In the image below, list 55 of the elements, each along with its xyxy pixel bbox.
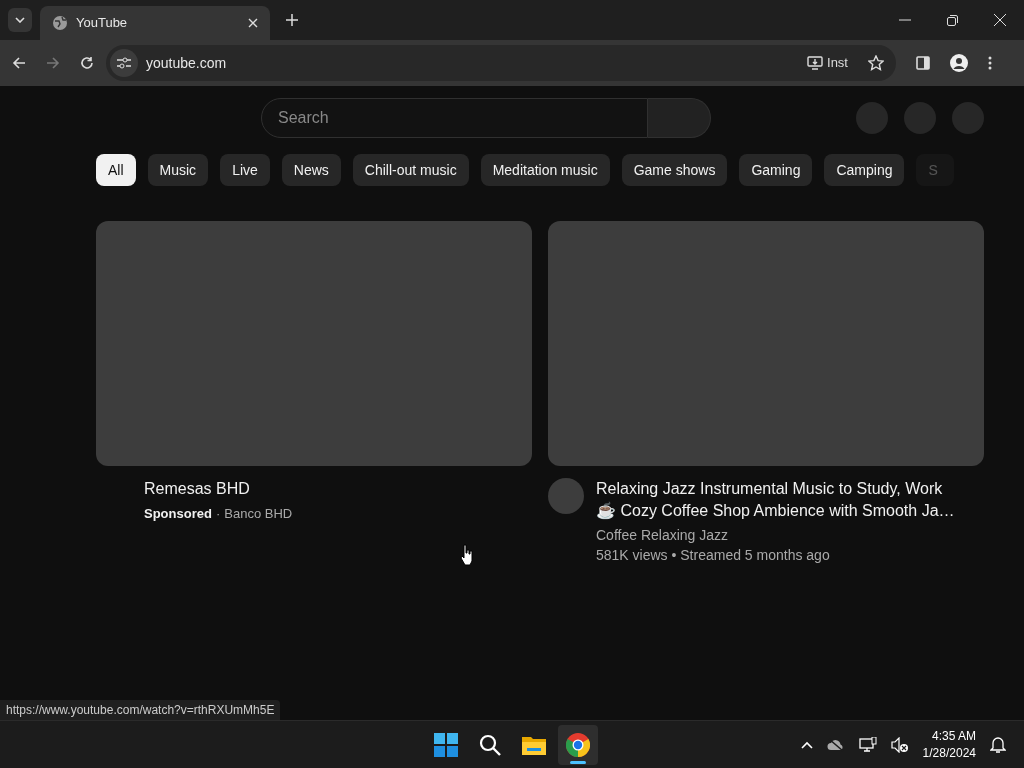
browser-icon bbox=[566, 733, 590, 757]
close-window-icon[interactable] bbox=[994, 14, 1006, 26]
back-icon[interactable] bbox=[12, 56, 26, 70]
filter-chip[interactable]: Chill-out music bbox=[352, 154, 469, 186]
clock-time[interactable]: 4:35 AM bbox=[931, 727, 976, 745]
filter-chip[interactable]: All bbox=[96, 154, 136, 186]
video-title-line[interactable]: Relaxing Jazz Instrumental Music to Study, Work bbox=[596, 478, 955, 500]
search-field[interactable]: Search bbox=[261, 98, 648, 138]
hand-cursor-icon bbox=[460, 544, 474, 566]
forward-icon[interactable] bbox=[46, 56, 60, 70]
channel-name[interactable]: Banco BHD bbox=[224, 504, 293, 524]
restore-icon[interactable] bbox=[947, 14, 958, 26]
video-title-line[interactable]: ☕ Cozy Coffee Shop Ambience with Smooth Ja… bbox=[596, 500, 955, 522]
notification-bell-icon[interactable] bbox=[990, 735, 1006, 754]
filter-chip[interactable]: Gaming bbox=[739, 154, 813, 186]
folder-icon[interactable] bbox=[522, 735, 546, 755]
profile-icon[interactable] bbox=[950, 54, 968, 72]
chevron-up-icon[interactable] bbox=[800, 740, 813, 749]
new-tab-icon[interactable] bbox=[286, 14, 298, 26]
chevron-down-icon bbox=[15, 17, 25, 23]
muted-speaker-icon[interactable] bbox=[890, 736, 909, 753]
reload-icon[interactable] bbox=[80, 56, 94, 70]
network-icon[interactable] bbox=[858, 736, 877, 753]
filter-chip[interactable]: Music bbox=[147, 154, 209, 186]
filter-chip[interactable]: Camping bbox=[824, 154, 905, 186]
filter-chip[interactable]: Meditation music bbox=[480, 154, 610, 186]
filter-chip[interactable]: Live bbox=[220, 154, 270, 186]
search-icon[interactable] bbox=[479, 734, 501, 756]
globe-icon bbox=[52, 15, 68, 31]
filter-chip[interactable]: News bbox=[281, 154, 341, 186]
menu-icon[interactable] bbox=[988, 56, 992, 70]
video-meta: 581K views • Streamed 5 months ago bbox=[596, 546, 831, 565]
close-icon[interactable] bbox=[248, 18, 258, 28]
site-settings-icon[interactable] bbox=[117, 57, 131, 69]
channel-name[interactable]: Coffee Relaxing Jazz bbox=[596, 525, 955, 545]
start-icon[interactable] bbox=[434, 733, 458, 757]
filter-chip[interactable]: Game shows bbox=[621, 154, 728, 186]
cloud-off-icon[interactable] bbox=[826, 737, 845, 752]
thumbnail-placeholder[interactable] bbox=[548, 221, 984, 466]
tab-title: YouTube bbox=[76, 14, 129, 33]
install-label[interactable]: Inst bbox=[827, 53, 848, 73]
address-bar[interactable]: youtube.com Inst bbox=[106, 45, 896, 81]
browser-tab[interactable]: YouTube bbox=[40, 6, 270, 40]
tab-search-button[interactable] bbox=[8, 8, 32, 32]
install-icon[interactable] bbox=[807, 56, 824, 70]
bookmark-star-icon[interactable] bbox=[868, 55, 884, 71]
thumbnail-placeholder[interactable] bbox=[96, 221, 532, 466]
clock-date[interactable]: 1/28/2024 bbox=[922, 744, 976, 762]
sponsored-label: Sponsored bbox=[144, 505, 212, 523]
active-app-tile[interactable] bbox=[558, 725, 598, 765]
status-url: https://www.youtube.com/watch?v=rthRXUmMh5E bbox=[0, 700, 281, 720]
url-text: youtube.com bbox=[146, 53, 228, 73]
video-title[interactable]: Remesas BHD bbox=[144, 478, 293, 500]
separator-dot: · bbox=[215, 505, 221, 523]
side-panel-icon[interactable] bbox=[916, 56, 930, 70]
